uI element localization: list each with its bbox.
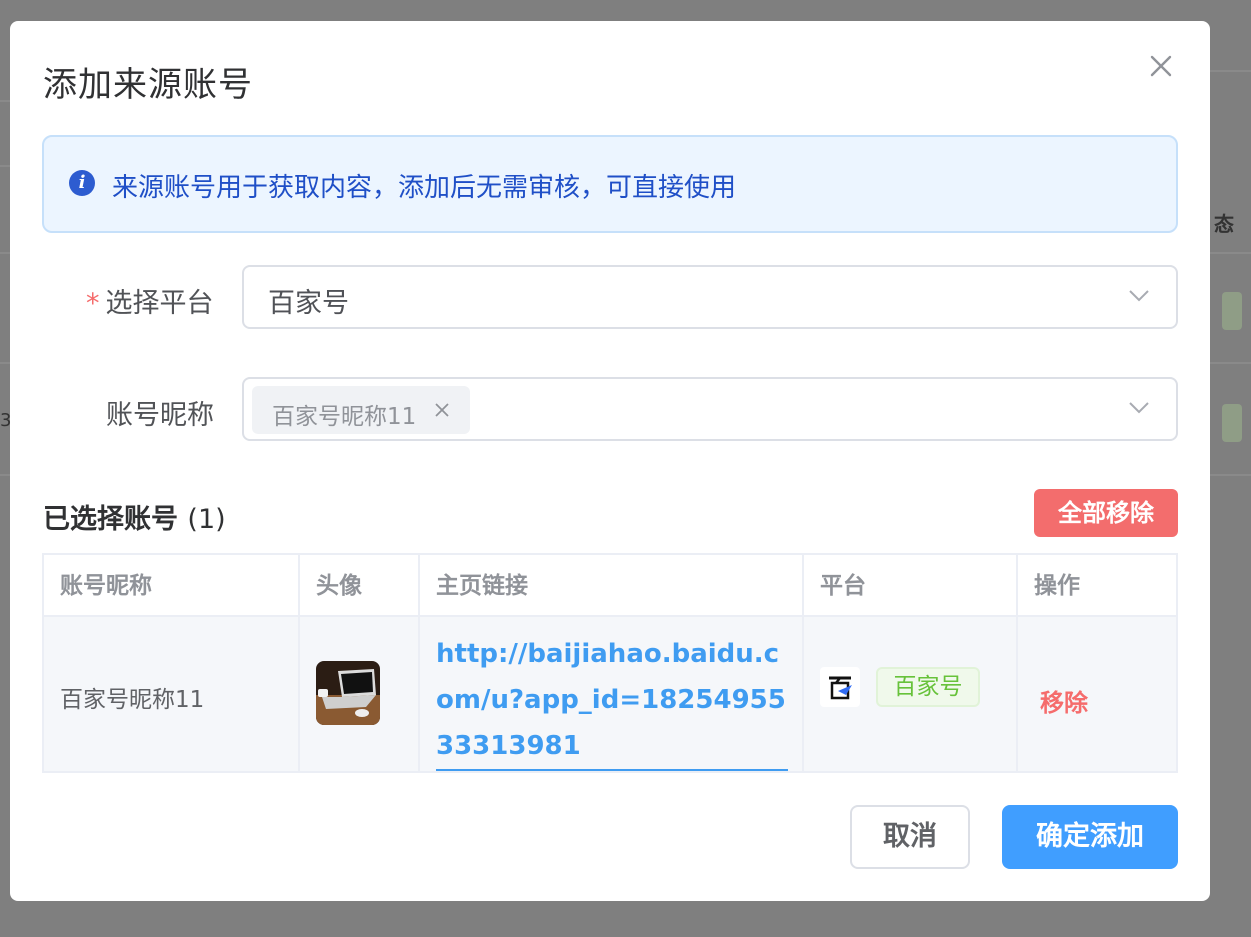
column-header-nickname: 账号昵称 bbox=[44, 555, 300, 617]
cell-action: 移除 bbox=[1018, 617, 1176, 771]
tag-close-icon[interactable] bbox=[432, 400, 452, 420]
info-icon: i bbox=[69, 170, 95, 196]
platform-tag: 百家号 bbox=[876, 667, 980, 707]
close-icon bbox=[1150, 55, 1172, 77]
cell-platform: 百家号 bbox=[804, 617, 1018, 771]
column-header-action: 操作 bbox=[1034, 573, 1080, 599]
chevron-down-icon bbox=[1129, 402, 1149, 414]
alert-text: 来源账号用于获取内容，添加后无需审核，可直接使用 bbox=[112, 173, 737, 203]
selected-accounts-label: 已选择账号 bbox=[43, 504, 178, 535]
selected-nickname-tag-label: 百家号昵称11 bbox=[272, 404, 417, 430]
baijiahao-logo-icon bbox=[820, 667, 860, 707]
background-divider bbox=[0, 165, 10, 167]
background-divider bbox=[1210, 252, 1251, 254]
platform-label-text: 选择平台 bbox=[105, 288, 214, 319]
dialog-title: 添加来源账号 bbox=[43, 65, 253, 105]
chevron-down-icon bbox=[1129, 290, 1149, 302]
add-source-account-dialog: 添加来源账号 i 来源账号用于获取内容，添加后无需审核，可直接使用 * 选择平台 … bbox=[10, 21, 1210, 901]
background-divider bbox=[1210, 362, 1251, 364]
table-header-row: 账号昵称 头像 主页链接 平台 操作 bbox=[44, 555, 1176, 617]
background-status-tag bbox=[1222, 404, 1242, 442]
platform-select-value: 百家号 bbox=[268, 288, 349, 319]
remove-all-button[interactable]: 全部移除 bbox=[1034, 489, 1178, 537]
nickname-select[interactable]: 百家号昵称11 bbox=[242, 377, 1178, 441]
background-divider bbox=[0, 252, 10, 254]
selected-accounts-count: (1) bbox=[187, 504, 226, 535]
confirm-add-button[interactable]: 确定添加 bbox=[1002, 805, 1178, 869]
table-row: 百家号昵称11 http://baijiahao.baidu.com/u?app… bbox=[44, 617, 1176, 771]
remove-row-button[interactable]: 移除 bbox=[1040, 683, 1088, 718]
background-header-fragment: 态 bbox=[1214, 212, 1234, 236]
background-divider bbox=[0, 474, 10, 476]
homepage-link[interactable]: http://baijiahao.baidu.com/u?app_id=1825… bbox=[436, 631, 788, 771]
background-divider bbox=[1210, 70, 1251, 72]
cell-homepage: http://baijiahao.baidu.com/u?app_id=1825… bbox=[420, 617, 804, 771]
info-alert: i 来源账号用于获取内容，添加后无需审核，可直接使用 bbox=[42, 135, 1178, 233]
background-divider bbox=[0, 100, 10, 102]
background-divider bbox=[1210, 474, 1251, 476]
column-header-platform: 平台 bbox=[804, 555, 1018, 617]
selected-accounts-table: 账号昵称 头像 主页链接 平台 操作 百家号昵称11 http://baijia… bbox=[42, 553, 1178, 773]
cell-avatar bbox=[300, 617, 420, 771]
column-header-avatar: 头像 bbox=[300, 555, 420, 617]
platform-select[interactable]: 百家号 bbox=[242, 265, 1178, 329]
nickname-field-label: 账号昵称 bbox=[106, 400, 214, 431]
column-header-homepage: 主页链接 bbox=[420, 555, 804, 617]
background-divider bbox=[0, 362, 10, 364]
cell-nickname: 百家号昵称11 bbox=[44, 617, 300, 771]
required-mark: * bbox=[86, 288, 100, 319]
background-status-tag bbox=[1222, 292, 1242, 330]
selected-nickname-tag: 百家号昵称11 bbox=[252, 386, 470, 434]
selected-accounts-title: 已选择账号 (1) bbox=[43, 497, 226, 536]
avatar bbox=[316, 661, 380, 725]
close-button[interactable] bbox=[1146, 51, 1176, 81]
platform-field-label: * 选择平台 bbox=[86, 281, 214, 320]
cancel-button[interactable]: 取消 bbox=[850, 805, 970, 869]
laptop-avatar-image bbox=[316, 661, 380, 725]
row-nickname: 百家号昵称11 bbox=[60, 687, 205, 713]
